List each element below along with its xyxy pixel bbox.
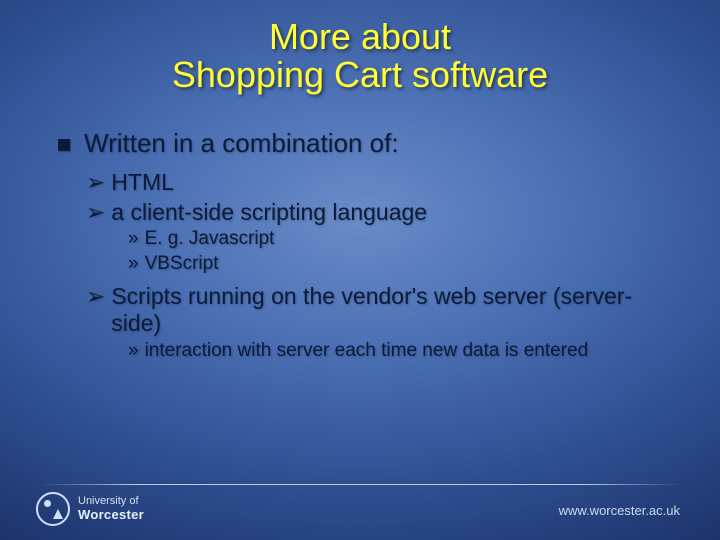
- bullet-text: VBScript: [145, 253, 219, 276]
- crest-icon: [36, 492, 70, 526]
- logo-line-1: University of: [78, 496, 144, 508]
- bullet-level-3: » VBScript: [128, 253, 680, 276]
- university-logo: University of Worcester: [36, 492, 144, 526]
- bullet-level-3: » E. g. Javascript: [128, 228, 680, 251]
- arrow-bullet-icon: ➢: [86, 199, 105, 225]
- bullet-level-2: ➢ HTML: [86, 169, 680, 195]
- bullet-level-2: ➢ Scripts running on the vendor's web se…: [86, 283, 680, 336]
- bullet-text: Scripts running on the vendor's web serv…: [111, 283, 680, 336]
- slide-body: Written in a combination of: ➢ HTML ➢ a …: [58, 128, 680, 363]
- arrow-bullet-icon: ➢: [86, 283, 105, 309]
- raquo-bullet-icon: »: [128, 228, 139, 251]
- bullet-text: E. g. Javascript: [145, 228, 275, 251]
- footer-url: www.worcester.ac.uk: [559, 503, 680, 518]
- slide: More about Shopping Cart software Writte…: [0, 0, 720, 540]
- logo-text: University of Worcester: [78, 496, 144, 521]
- slide-title: More about Shopping Cart software: [0, 18, 720, 94]
- bullet-level-3: » interaction with server each time new …: [128, 340, 680, 363]
- square-bullet-icon: [58, 139, 70, 151]
- bullet-level-2: ➢ a client-side scripting language: [86, 199, 680, 225]
- arrow-bullet-icon: ➢: [86, 169, 105, 195]
- bullet-text: a client-side scripting language: [111, 199, 427, 225]
- bullet-text: interaction with server each time new da…: [145, 340, 589, 363]
- raquo-bullet-icon: »: [128, 253, 139, 276]
- bullet-text: HTML: [111, 169, 174, 195]
- footer-divider: [38, 484, 682, 485]
- raquo-bullet-icon: »: [128, 340, 139, 363]
- bullet-text: Written in a combination of:: [84, 128, 399, 159]
- slide-footer: University of Worcester www.worcester.ac…: [0, 478, 720, 540]
- bullet-level-1: Written in a combination of:: [58, 128, 680, 159]
- title-line-1: More about: [269, 16, 451, 57]
- title-line-2: Shopping Cart software: [172, 54, 548, 95]
- logo-line-2: Worcester: [78, 508, 144, 522]
